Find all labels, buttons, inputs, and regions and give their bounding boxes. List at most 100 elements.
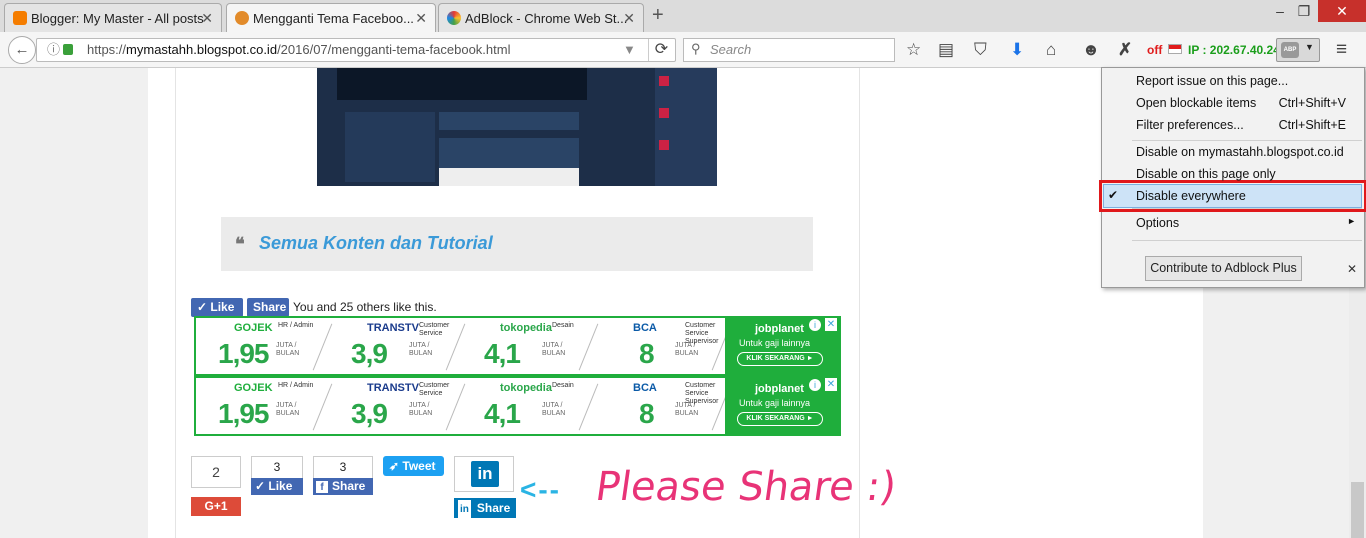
contribute-button[interactable]: Contribute to Adblock Plus bbox=[1145, 256, 1302, 281]
fb-like-share-button[interactable]: ✓ Like bbox=[251, 478, 303, 495]
ad-slot: GOJEK HR / Admin 1,95 JUTA / BULAN bbox=[196, 318, 333, 374]
ad-role: HR / Admin bbox=[278, 382, 314, 389]
facebook-icon: f bbox=[316, 481, 328, 493]
ad-role: Customer Service bbox=[419, 322, 450, 337]
pocket-icon[interactable]: ⛉ bbox=[974, 40, 987, 60]
dropdown-icon[interactable]: ▼ bbox=[623, 39, 636, 61]
ad-salary: 4,1 bbox=[484, 338, 521, 369]
search-input[interactable]: ⚲ Search bbox=[683, 38, 895, 62]
back-button[interactable]: ← bbox=[8, 36, 36, 64]
ad-cta-button[interactable]: KLIK SEKARANG ► bbox=[737, 412, 823, 426]
ad-close-icon[interactable]: ✕ bbox=[825, 318, 837, 331]
ad-banner[interactable]: GOJEK HR / Admin 1,95 JUTA / BULAN TRANSTV Cu… bbox=[194, 376, 841, 436]
ad-salary: 8 bbox=[639, 398, 655, 429]
close-tab-icon[interactable]: ✕ bbox=[415, 10, 427, 27]
ad-slot: BCA Customer Service Supervisor 8 JUTA / BU… bbox=[595, 318, 732, 374]
close-tab-icon[interactable]: ✕ bbox=[201, 10, 213, 27]
quote-link[interactable]: Semua Konten dan Tutorial bbox=[259, 233, 493, 254]
ad-role: Desain bbox=[552, 382, 574, 389]
ad-salary: 1,95 bbox=[218, 338, 269, 369]
quote-icon: ❝ bbox=[235, 234, 245, 254]
tab-adblock[interactable]: AdBlock - Chrome Web St... ✕ bbox=[438, 3, 644, 32]
ad-cta-button[interactable]: KLIK SEKARANG ► bbox=[737, 352, 823, 366]
ad-salary: 3,9 bbox=[351, 398, 388, 429]
hello-icon[interactable]: ☻ bbox=[1082, 40, 1100, 60]
ad-salary: 1,95 bbox=[218, 398, 269, 429]
menu-item-shortcut: Ctrl+Shift+E bbox=[1278, 118, 1346, 132]
linkedin-label: Share bbox=[476, 501, 511, 515]
close-window-button[interactable]: ✕ bbox=[1318, 0, 1366, 22]
ad-banner[interactable]: GOJEK HR / Admin 1,95 JUTA / BULAN TRANSTV Cu… bbox=[194, 316, 841, 376]
ad-info-icon[interactable]: i bbox=[809, 319, 821, 331]
chevron-down-icon: ▼ bbox=[1305, 42, 1314, 52]
menu-item[interactable]: Disable on this page only bbox=[1102, 167, 1364, 185]
article-screenshot-image bbox=[317, 68, 717, 186]
menu-item[interactable]: Options ► bbox=[1102, 216, 1364, 234]
tweet-label: Tweet bbox=[402, 459, 436, 473]
off-label: off bbox=[1147, 43, 1163, 57]
fb-share-share-button[interactable]: f Share bbox=[313, 478, 373, 495]
close-menu-icon[interactable]: ✕ bbox=[1347, 262, 1357, 276]
menu-item-label: Filter preferences... bbox=[1136, 118, 1244, 132]
menu-item[interactable]: Report issue on this page... bbox=[1102, 74, 1364, 92]
gplus-button[interactable]: G+1 bbox=[191, 497, 241, 516]
blogger-icon bbox=[13, 11, 27, 25]
ip-label: IP : 202.67.40.24 bbox=[1188, 43, 1280, 57]
ad-unit: JUTA / BULAN bbox=[409, 402, 433, 417]
ad-brand: tokopedia bbox=[500, 382, 552, 394]
check-icon: ✔ bbox=[1108, 188, 1119, 202]
url-path: /2016/07/mengganti-tema-facebook.html bbox=[277, 42, 511, 57]
check-icon: ✓ bbox=[255, 479, 269, 493]
scrollbar-thumb[interactable] bbox=[1351, 482, 1364, 538]
menu-item-shortcut: Ctrl+Shift+V bbox=[1278, 96, 1346, 110]
fb-share-button[interactable]: Share bbox=[247, 298, 289, 317]
tab-title: AdBlock - Chrome Web St... bbox=[465, 11, 628, 26]
ad-info-icon[interactable]: i bbox=[809, 379, 821, 391]
jobplanet-logo: jobplanet bbox=[755, 383, 804, 395]
reload-icon[interactable]: ⟳ bbox=[648, 39, 674, 61]
home-icon[interactable]: ⌂ bbox=[1046, 40, 1056, 60]
close-tab-icon[interactable]: ✕ bbox=[623, 10, 635, 27]
tab-blogger[interactable]: Blogger: My Master - All posts ✕ bbox=[4, 3, 222, 32]
menu-item[interactable]: Filter preferences... Ctrl+Shift+E bbox=[1102, 118, 1364, 136]
fb-like-button[interactable]: ✓ Like bbox=[191, 298, 243, 317]
blockquote: ❝ Semua Konten dan Tutorial bbox=[221, 217, 813, 271]
ad-close-icon[interactable]: ✕ bbox=[825, 378, 837, 391]
cat-icon bbox=[235, 11, 249, 25]
adblock-plus-button[interactable]: ABP ▼ bbox=[1276, 38, 1320, 62]
menu-item[interactable]: Disable everywhere bbox=[1102, 189, 1364, 207]
please-share-annotation: Please Share :) bbox=[592, 464, 899, 510]
x-extension-icon[interactable]: ✗ bbox=[1118, 40, 1132, 60]
like-count-text: You and 25 others like this. bbox=[293, 300, 437, 314]
ad-unit: JUTA / BULAN bbox=[409, 342, 433, 357]
menu-item-label: Disable everywhere bbox=[1136, 189, 1246, 203]
new-tab-button[interactable]: + bbox=[652, 4, 664, 27]
menu-separator bbox=[1132, 240, 1362, 241]
ad-brand: tokopedia bbox=[500, 322, 552, 334]
download-icon[interactable]: ⬇ bbox=[1010, 40, 1024, 60]
linkedin-icon: in bbox=[471, 461, 499, 487]
ad-unit: JUTA / BULAN bbox=[542, 342, 566, 357]
hamburger-menu-icon[interactable]: ≡ bbox=[1336, 40, 1347, 60]
linkedin-share-button[interactable]: in Share bbox=[454, 498, 516, 520]
ad-cta-panel[interactable]: jobplanet i ✕ Untuk gaji lainnya KLIK SEKARA… bbox=[725, 378, 839, 434]
tab-mengganti[interactable]: Mengganti Tema Faceboo... ✕ bbox=[226, 3, 436, 32]
ad-slot: TRANSTV Customer Service 3,9 JUTA / BULAN bbox=[329, 318, 466, 374]
ad-brand: TRANSTV bbox=[367, 382, 419, 394]
ad-salary: 8 bbox=[639, 338, 655, 369]
ad-slot: GOJEK HR / Admin 1,95 JUTA / BULAN bbox=[196, 378, 333, 434]
ad-unit: JUTA / BULAN bbox=[276, 342, 300, 357]
menu-item[interactable]: Disable on mymastahh.blogspot.co.id bbox=[1102, 145, 1364, 163]
menu-item[interactable]: Open blockable items Ctrl+Shift+V bbox=[1102, 96, 1364, 114]
submenu-arrow-icon: ► bbox=[1347, 216, 1356, 226]
like-label: Like bbox=[268, 479, 293, 493]
ad-unit: JUTA / BULAN bbox=[276, 402, 300, 417]
bookmark-star-icon[interactable]: ☆ bbox=[906, 40, 921, 60]
tab-title: Mengganti Tema Faceboo... bbox=[253, 11, 414, 26]
url-bar[interactable]: ⓘ https://mymastahh.blogspot.co.id/2016/… bbox=[36, 38, 676, 62]
reading-list-icon[interactable]: ▤ bbox=[938, 40, 954, 60]
tweet-button[interactable]: ➶ Tweet bbox=[383, 456, 444, 476]
ad-brand: BCA bbox=[633, 382, 657, 394]
ad-cta-panel[interactable]: jobplanet i ✕ Untuk gaji lainnya KLIK SEKARA… bbox=[725, 318, 839, 374]
info-icon[interactable]: ⓘ bbox=[47, 39, 60, 61]
